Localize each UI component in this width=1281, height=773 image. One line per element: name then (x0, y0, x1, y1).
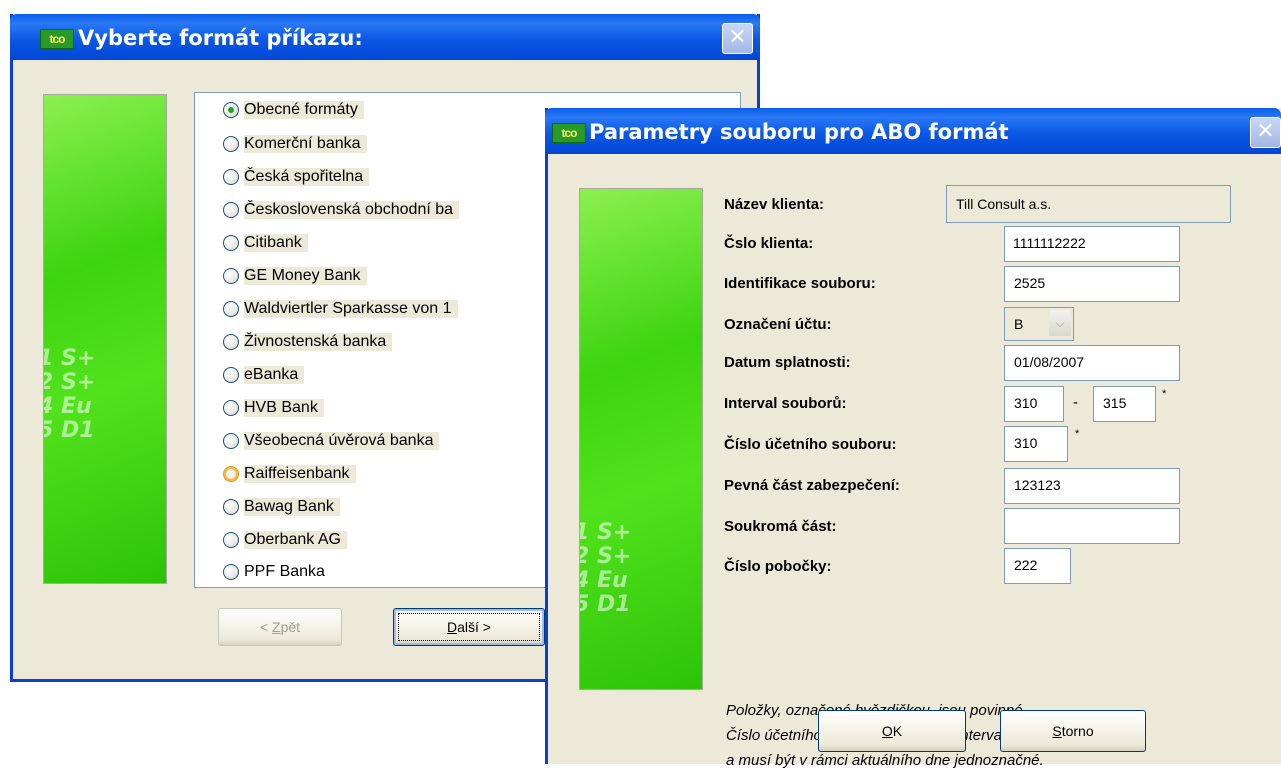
back-accel: Z (272, 619, 281, 635)
radio-label: GE Money Bank (244, 267, 367, 285)
radio-icon[interactable] (223, 433, 239, 449)
account-mark-label: Označení účtu: (724, 316, 832, 333)
branch-number-input[interactable]: 222 (1004, 548, 1071, 584)
radio-icon[interactable] (223, 301, 239, 317)
next-button[interactable]: Další > (393, 608, 545, 646)
radio-option[interactable]: Citibank (223, 228, 308, 258)
radio-checked-icon[interactable] (223, 102, 239, 118)
account-file-number-label: Číslo účetního souboru: (724, 436, 897, 453)
account-mark-select[interactable]: B ⌵ (1004, 307, 1074, 341)
radio-option[interactable]: eBanka (223, 360, 305, 390)
back-rest: pět (280, 619, 301, 635)
client-name-field: Till Consult a.s. (946, 185, 1231, 223)
radio-label: PPF Banka (244, 563, 325, 580)
window-title: Parametry souboru pro ABO formát (589, 120, 1009, 144)
decorative-banner: 1 S+ 2 S+ 4 Eu 5 D1 (43, 94, 167, 584)
radio-option[interactable]: Obecné formáty (223, 95, 364, 125)
radio-icon[interactable] (223, 202, 239, 218)
required-mark: * (1162, 388, 1167, 400)
radio-icon[interactable] (223, 136, 239, 152)
radio-icon[interactable] (223, 400, 239, 416)
radio-label: Obecné formáty (244, 101, 364, 119)
interval-from-input[interactable]: 310 (1004, 386, 1064, 422)
radio-option[interactable]: Bawag Bank (223, 492, 340, 522)
radio-label: HVB Bank (244, 399, 324, 417)
radio-option[interactable]: Všeobecná úvěrová banka (223, 426, 440, 456)
close-icon[interactable]: ✕ (722, 23, 753, 54)
file-id-input[interactable]: 2525 (1004, 266, 1180, 302)
ok-rest: K (892, 723, 903, 739)
radio-icon[interactable] (223, 235, 239, 251)
private-part-label: Soukromá část: (724, 518, 837, 535)
radio-option[interactable]: Komerční banka (223, 129, 367, 159)
cancel-button[interactable]: Storno (1000, 710, 1146, 752)
chevron-down-icon[interactable]: ⌵ (1049, 310, 1071, 336)
radio-label: Bawag Bank (244, 498, 340, 516)
radio-option[interactable]: Živnostenská banka (223, 327, 393, 357)
radio-option[interactable]: HVB Bank (223, 393, 324, 423)
interval-separator: - (1073, 394, 1078, 411)
title-bar[interactable]: tco Parametry souboru pro ABO formát ✕ (545, 108, 1281, 154)
radio-label: Waldviertler Sparkasse von 1 (244, 300, 458, 318)
cancel-accel: S (1052, 723, 1062, 739)
radio-option[interactable]: Česká spořitelna (223, 162, 370, 192)
banner-text: 1 S+ 2 S+ 4 Eu 5 D1 (44, 346, 96, 443)
radio-option[interactable]: Československá obchodní ba (223, 195, 460, 225)
tco-logo: tco (552, 123, 586, 143)
file-interval-label: Interval souborů: (724, 395, 847, 412)
radio-label: eBanka (244, 366, 305, 384)
radio-icon[interactable] (223, 268, 239, 284)
client-number-input[interactable]: 1111112222 (1004, 226, 1180, 262)
radio-label: Všeobecná úvěrová banka (244, 432, 440, 450)
radio-icon[interactable] (223, 499, 239, 515)
radio-label: Oberbank AG (244, 531, 347, 549)
branch-number-label: Číslo pobočky: (724, 558, 832, 575)
focus-rect (398, 613, 540, 641)
radio-icon[interactable] (223, 564, 239, 580)
title-bar[interactable]: tco Vyberte formát příkazu: ✕ (10, 14, 760, 60)
back-button[interactable]: < Zpět (218, 608, 342, 646)
radio-option[interactable]: GE Money Bank (223, 261, 367, 291)
client-number-label: Čslo klienta: (724, 235, 814, 252)
tco-logo: tco (40, 29, 74, 49)
radio-label: Živnostenská banka (244, 333, 393, 351)
radio-option[interactable]: PPF Banka (223, 557, 325, 587)
account-file-number-input[interactable]: 310 (1004, 426, 1068, 462)
close-icon[interactable]: ✕ (1250, 117, 1281, 148)
interval-to-input[interactable]: 315 (1093, 386, 1156, 422)
radio-icon[interactable] (223, 169, 239, 185)
radio-label: Raiffeisenbank (244, 465, 356, 483)
file-id-label: Identifikace souboru: (724, 275, 876, 292)
cancel-rest: torno (1061, 723, 1094, 739)
radio-label: Československá obchodní ba (244, 201, 460, 219)
fixed-security-label: Pevná část zabezpečení: (724, 477, 900, 494)
fixed-security-input[interactable]: 123123 (1004, 468, 1180, 504)
radio-option[interactable]: Raiffeisenbank (223, 459, 356, 489)
private-part-input[interactable] (1004, 508, 1180, 544)
radio-icon[interactable] (223, 367, 239, 383)
due-date-label: Datum splatnosti: (724, 354, 851, 371)
radio-option[interactable]: Oberbank AG (223, 525, 347, 555)
due-date-input[interactable]: 01/08/2007 (1004, 345, 1180, 381)
client-name-label: Název klienta: (724, 196, 825, 213)
banner-text: 1 S+ 2 S+ 4 Eu 5 D1 (580, 520, 632, 617)
radio-icon[interactable] (223, 334, 239, 350)
required-mark: * (1075, 428, 1080, 440)
account-mark-value: B (1014, 316, 1024, 332)
ok-accel: O (881, 723, 893, 739)
radio-label: Česká spořitelna (244, 168, 370, 186)
abo-params-window: tco Parametry souboru pro ABO formát ✕ 1… (545, 108, 1281, 769)
radio-label: Komerční banka (244, 135, 367, 153)
decorative-banner: 1 S+ 2 S+ 4 Eu 5 D1 (579, 188, 703, 690)
radio-hover-icon[interactable] (223, 466, 239, 482)
back-prefix: < (259, 619, 273, 635)
ok-button[interactable]: OK (818, 710, 966, 752)
radio-label: Citibank (244, 234, 308, 252)
window-title: Vyberte formát příkazu: (78, 26, 363, 50)
radio-option[interactable]: Waldviertler Sparkasse von 1 (223, 294, 458, 324)
radio-icon[interactable] (223, 532, 239, 548)
